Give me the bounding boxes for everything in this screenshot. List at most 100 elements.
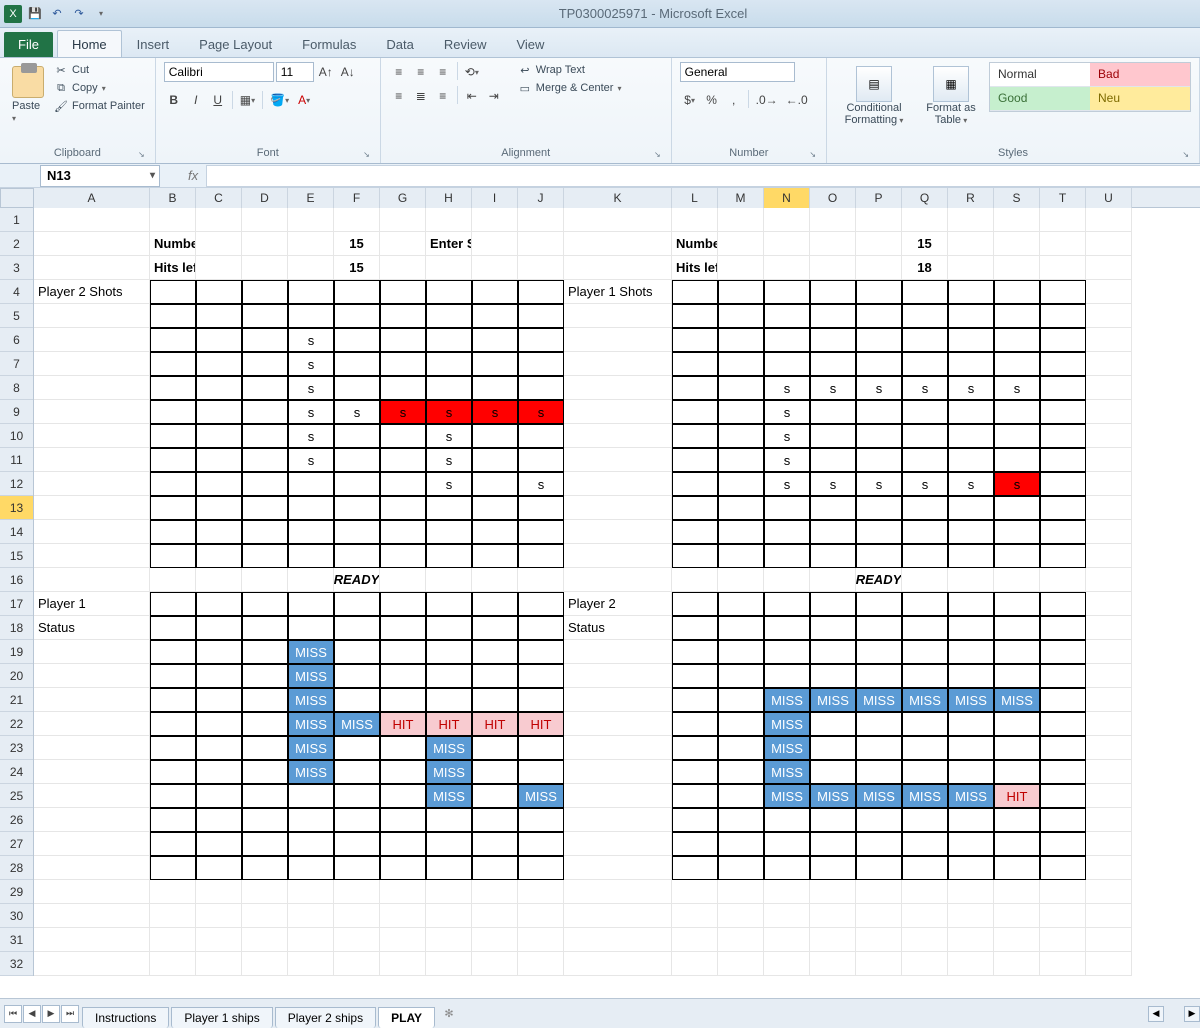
cell-L15[interactable] <box>672 544 718 568</box>
cell-C4[interactable] <box>196 280 242 304</box>
cell-I7[interactable] <box>472 352 518 376</box>
save-icon[interactable]: 💾 <box>26 5 44 23</box>
cell-J17[interactable] <box>518 592 564 616</box>
cell-H17[interactable] <box>426 592 472 616</box>
cell-D7[interactable] <box>242 352 288 376</box>
cell-M29[interactable] <box>718 880 764 904</box>
cell-T24[interactable] <box>1040 760 1086 784</box>
cell-T16[interactable] <box>1040 568 1086 592</box>
cell-B26[interactable] <box>150 808 196 832</box>
cell-D29[interactable] <box>242 880 288 904</box>
cell-T28[interactable] <box>1040 856 1086 880</box>
cell-Q19[interactable] <box>902 640 948 664</box>
cell-I2[interactable] <box>472 232 518 256</box>
cell-S19[interactable] <box>994 640 1040 664</box>
cell-H4[interactable] <box>426 280 472 304</box>
cell-O11[interactable] <box>810 448 856 472</box>
cell-J21[interactable] <box>518 688 564 712</box>
cell-M16[interactable] <box>718 568 764 592</box>
cell-E31[interactable] <box>288 928 334 952</box>
cell-O31[interactable] <box>810 928 856 952</box>
cell-F3[interactable]: 15 <box>334 256 380 280</box>
cell-L14[interactable] <box>672 520 718 544</box>
cell-M22[interactable] <box>718 712 764 736</box>
cell-E17[interactable] <box>288 592 334 616</box>
cell-M20[interactable] <box>718 664 764 688</box>
paste-button[interactable]: Paste <box>8 62 48 128</box>
hscroll-right[interactable]: ▶ <box>1184 1006 1200 1022</box>
cell-M14[interactable] <box>718 520 764 544</box>
tab-home[interactable]: Home <box>57 30 122 57</box>
cell-E16[interactable] <box>288 568 334 592</box>
cell-T17[interactable] <box>1040 592 1086 616</box>
cell-E29[interactable] <box>288 880 334 904</box>
cell-L3[interactable]: Hits left <box>672 256 718 280</box>
row-header-19[interactable]: 19 <box>0 640 33 664</box>
col-header-C[interactable]: C <box>196 188 242 208</box>
row-header-5[interactable]: 5 <box>0 304 33 328</box>
cell-M17[interactable] <box>718 592 764 616</box>
cell-H2[interactable]: Enter S to shoot <box>426 232 472 256</box>
cell-E8[interactable]: s <box>288 376 334 400</box>
cell-H6[interactable] <box>426 328 472 352</box>
cell-M23[interactable] <box>718 736 764 760</box>
cell-D13[interactable] <box>242 496 288 520</box>
cell-I19[interactable] <box>472 640 518 664</box>
cell-Q32[interactable] <box>902 952 948 976</box>
cell-F2[interactable]: 15 <box>334 232 380 256</box>
cell-F9[interactable]: s <box>334 400 380 424</box>
cell-A25[interactable] <box>34 784 150 808</box>
cell-M32[interactable] <box>718 952 764 976</box>
cell-Q11[interactable] <box>902 448 948 472</box>
cell-A3[interactable] <box>34 256 150 280</box>
cell-B19[interactable] <box>150 640 196 664</box>
font-size-select[interactable] <box>276 62 314 82</box>
cell-T10[interactable] <box>1040 424 1086 448</box>
cell-G27[interactable] <box>380 832 426 856</box>
cell-B1[interactable] <box>150 208 196 232</box>
cell-Q5[interactable] <box>902 304 948 328</box>
cell-S11[interactable] <box>994 448 1040 472</box>
cell-G3[interactable] <box>380 256 426 280</box>
cell-T20[interactable] <box>1040 664 1086 688</box>
cell-T15[interactable] <box>1040 544 1086 568</box>
cell-A20[interactable] <box>34 664 150 688</box>
cell-L19[interactable] <box>672 640 718 664</box>
cell-B31[interactable] <box>150 928 196 952</box>
cell-U12[interactable] <box>1086 472 1132 496</box>
cell-K25[interactable] <box>564 784 672 808</box>
cell-Q2[interactable]: 15 <box>902 232 948 256</box>
cell-E11[interactable]: s <box>288 448 334 472</box>
cell-C17[interactable] <box>196 592 242 616</box>
cell-K10[interactable] <box>564 424 672 448</box>
row-header-28[interactable]: 28 <box>0 856 33 880</box>
cell-J7[interactable] <box>518 352 564 376</box>
cell-L2[interactable]: Number of Shots <box>672 232 718 256</box>
cell-E3[interactable] <box>288 256 334 280</box>
style-bad[interactable]: Bad <box>1090 63 1190 87</box>
cell-N11[interactable]: s <box>764 448 810 472</box>
col-header-L[interactable]: L <box>672 188 718 208</box>
cell-K16[interactable] <box>564 568 672 592</box>
cell-D30[interactable] <box>242 904 288 928</box>
cell-J27[interactable] <box>518 832 564 856</box>
row-header-25[interactable]: 25 <box>0 784 33 808</box>
cell-A4[interactable]: Player 2 Shots <box>34 280 150 304</box>
cell-G16[interactable] <box>380 568 426 592</box>
cell-F23[interactable] <box>334 736 380 760</box>
cell-A22[interactable] <box>34 712 150 736</box>
cell-A10[interactable] <box>34 424 150 448</box>
cell-K20[interactable] <box>564 664 672 688</box>
cell-D31[interactable] <box>242 928 288 952</box>
cell-A9[interactable] <box>34 400 150 424</box>
cell-O12[interactable]: s <box>810 472 856 496</box>
cell-R8[interactable]: s <box>948 376 994 400</box>
cell-K9[interactable] <box>564 400 672 424</box>
cell-N25[interactable]: MISS <box>764 784 810 808</box>
cell-R17[interactable] <box>948 592 994 616</box>
cell-E2[interactable] <box>288 232 334 256</box>
cell-U22[interactable] <box>1086 712 1132 736</box>
cell-O6[interactable] <box>810 328 856 352</box>
cell-B12[interactable] <box>150 472 196 496</box>
align-bottom-icon[interactable]: ≡ <box>433 62 453 82</box>
